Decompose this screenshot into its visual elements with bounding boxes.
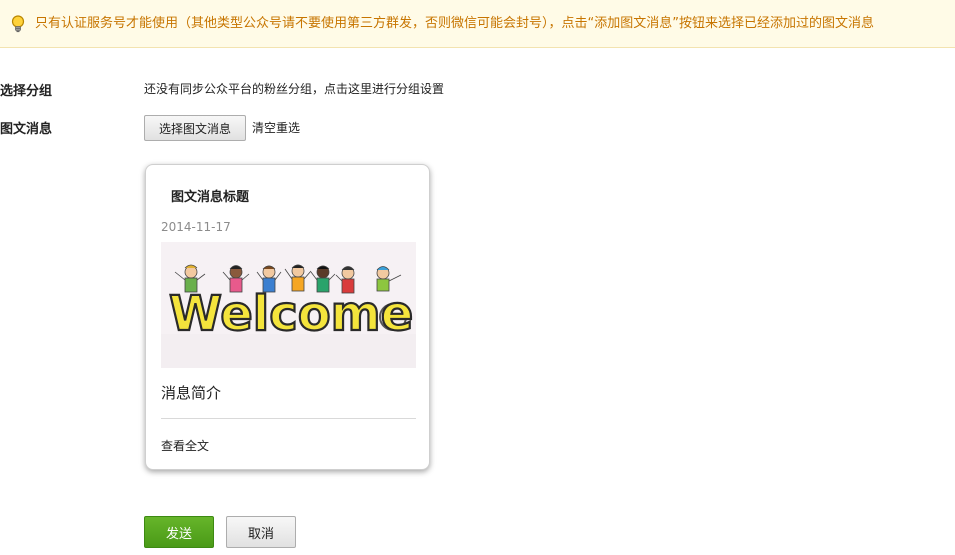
news-card: 图文消息标题 2014-11-17 Welcome 消息简介 查看全文 — [145, 164, 430, 470]
send-button[interactable]: 发送 — [144, 516, 214, 548]
clear-reselect-link[interactable]: 清空重选 — [252, 119, 300, 136]
lightbulb-icon — [9, 14, 27, 34]
card-divider — [161, 418, 416, 419]
read-more-link[interactable]: 查看全文 — [161, 437, 209, 454]
select-news-button[interactable]: 选择图文消息 — [144, 115, 246, 141]
card-summary: 消息简介 — [161, 384, 222, 402]
news-label: 图文消息 — [0, 122, 53, 137]
notice-text: 只有认证服务号才能使用（其他类型公众号请不要使用第三方群发，否则微信可能会封号）… — [35, 16, 874, 31]
card-date: 2014-11-17 — [161, 220, 231, 234]
welcome-illustration: Welcome — [161, 264, 416, 368]
cover-welcome-text: Welcome — [169, 286, 413, 342]
group-label: 选择分组 — [0, 84, 53, 99]
cancel-button[interactable]: 取消 — [226, 516, 296, 548]
cover-image: Welcome — [161, 242, 416, 368]
notice-bar: 只有认证服务号才能使用（其他类型公众号请不要使用第三方群发，否则微信可能会封号）… — [0, 0, 955, 48]
card-title: 图文消息标题 — [171, 190, 250, 205]
group-setting-link[interactable]: 还没有同步公众平台的粉丝分组，点击这里进行分组设置 — [144, 80, 444, 97]
